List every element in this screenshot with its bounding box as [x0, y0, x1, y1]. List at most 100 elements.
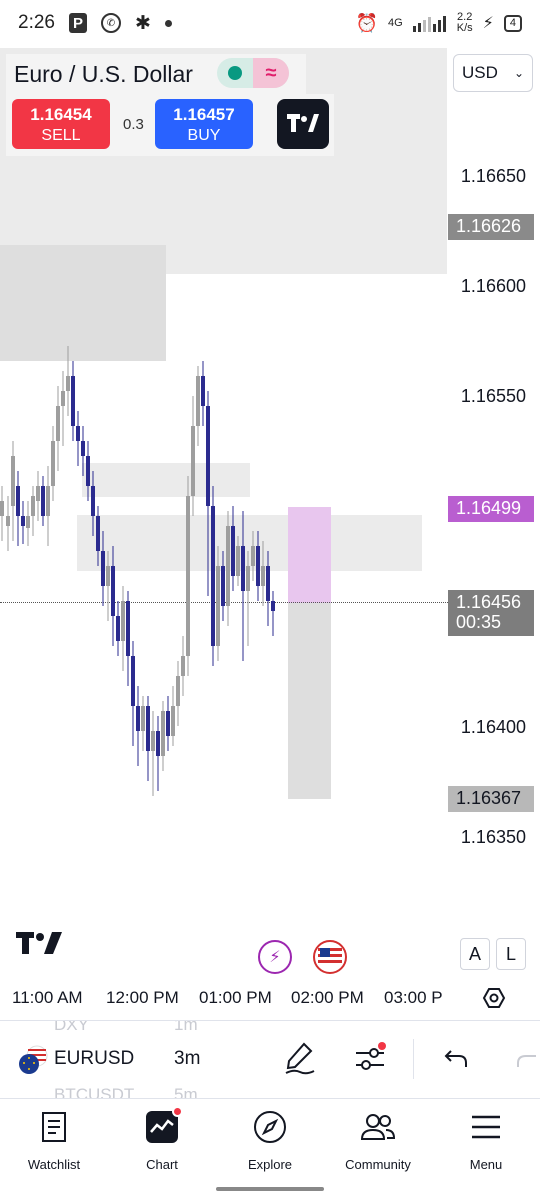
- candle-body: [231, 526, 235, 576]
- time-label-3: 01:00 PM: [199, 988, 272, 1007]
- status-bar: 2:26 P ✆ ✱ ⏰ 4G 2.2 K/s ⚡ 4: [0, 0, 540, 46]
- candle-body: [221, 566, 225, 606]
- nav-label-chart: Chart: [146, 1157, 178, 1172]
- candle-body: [191, 426, 195, 496]
- candle-body: [51, 441, 55, 486]
- redo-icon[interactable]: [516, 1041, 540, 1080]
- ghost-next-interval: 5m: [174, 1085, 198, 1098]
- tradingview-logo-button[interactable]: [277, 99, 329, 149]
- ghost-prev-symbol: DXY: [54, 1020, 89, 1034]
- network-type: 4G: [388, 16, 403, 29]
- candle-body: [61, 391, 65, 406]
- candle-body: [66, 376, 70, 391]
- candle-body: [71, 376, 75, 426]
- buy-button[interactable]: 1.16457 BUY: [155, 99, 253, 149]
- time-axis[interactable]: 11:00 AM 12:00 PM 01:00 PM 02:00 PM 03:0…: [0, 982, 540, 1016]
- nav-label-menu: Menu: [469, 1157, 503, 1172]
- nav-explore[interactable]: Explore: [216, 1099, 324, 1186]
- us-flag-icon[interactable]: [313, 940, 347, 974]
- parking-app-icon: P: [68, 13, 87, 33]
- sell-button[interactable]: 1.16454 SELL: [12, 99, 110, 149]
- community-icon: [360, 1109, 396, 1145]
- net-speed-unit: K/s: [456, 22, 473, 34]
- candle-body: [46, 486, 50, 516]
- currency-select[interactable]: USD ⌄: [453, 54, 533, 92]
- symbol-selector[interactable]: EURUSD: [54, 1048, 134, 1070]
- undo-icon[interactable]: [443, 1041, 469, 1080]
- ghost-prev-interval: 1m: [174, 1020, 198, 1034]
- candle-body: [246, 566, 250, 591]
- price-tag-stop: 1.16367: [448, 786, 534, 812]
- nav-chart[interactable]: Chart: [108, 1099, 216, 1186]
- candle-body: [141, 706, 145, 731]
- candle-body: [6, 516, 10, 526]
- candle-body: [206, 406, 210, 506]
- app-notification-icon: ✱: [134, 12, 151, 34]
- candle-body: [116, 616, 120, 641]
- compass-icon: [252, 1109, 288, 1145]
- candle-body: [256, 546, 260, 586]
- more-notifications-icon: [164, 19, 172, 27]
- price-label-1: 1.16650: [460, 166, 526, 186]
- drawing-tools-icon[interactable]: [284, 1041, 316, 1080]
- net-speed: 2.2 K/s: [457, 12, 473, 34]
- candle-body: [201, 376, 205, 406]
- candle-body: [171, 706, 175, 736]
- candle-body: [21, 516, 25, 526]
- lightning-icon[interactable]: ⚡: [258, 940, 292, 974]
- candle-body: [91, 486, 95, 516]
- candle-body: [96, 516, 100, 551]
- candle-body: [196, 376, 200, 426]
- candlestick-series: [0, 346, 275, 796]
- candle-body: [56, 406, 60, 441]
- candle-body: [146, 706, 150, 751]
- price-tag-target: 1.16499: [448, 496, 534, 522]
- chart-settings-icon[interactable]: [482, 986, 506, 1015]
- auto-scale-button[interactable]: A: [460, 938, 490, 970]
- nav-watchlist[interactable]: Watchlist: [0, 1099, 108, 1186]
- current-price: 1.16456: [456, 592, 522, 612]
- candle-body: [11, 456, 15, 506]
- candle-body: [241, 546, 245, 591]
- time-label-1: 11:00 AM: [12, 988, 83, 1007]
- candle-body: [186, 496, 190, 656]
- battery-indicator: 4: [503, 14, 522, 32]
- candle-body: [166, 711, 170, 736]
- candle-body: [181, 656, 185, 676]
- candle-body: [236, 546, 240, 576]
- candle-body: [81, 441, 85, 456]
- price-tag-current: 1.16456 00:35: [448, 590, 534, 636]
- nav-label-community: Community: [345, 1157, 411, 1172]
- home-indicator: [216, 1187, 324, 1191]
- data-delay-icon: ≈: [253, 58, 289, 88]
- candle-body: [216, 566, 220, 646]
- price-tag-top: 1.16626: [448, 214, 534, 240]
- candle-body: [126, 601, 130, 656]
- candle-body: [136, 706, 140, 731]
- whatsapp-icon: ✆: [100, 13, 121, 33]
- log-scale-button[interactable]: L: [496, 938, 526, 970]
- market-status-pill[interactable]: ≈: [217, 58, 289, 88]
- candle-body: [266, 566, 270, 601]
- notification-badge: [172, 1106, 183, 1117]
- candle-body: [106, 566, 110, 586]
- buy-price: 1.16457: [173, 105, 235, 124]
- symbol-toolbar: DXY 1m EURUSD 3m BTCUSDT 5m: [0, 1020, 540, 1098]
- status-time: 2:26: [18, 12, 55, 33]
- candle-body: [101, 551, 105, 586]
- nav-menu[interactable]: Menu: [432, 1099, 540, 1186]
- tradingview-watermark-icon: [16, 930, 64, 961]
- candle-body: [131, 656, 135, 706]
- candle-body: [161, 711, 165, 756]
- price-label-3: 1.16550: [460, 386, 526, 406]
- candle-body: [26, 516, 30, 528]
- interval-selector[interactable]: 3m: [174, 1048, 200, 1070]
- price-label-4: 1.16400: [460, 717, 526, 737]
- indicators-icon[interactable]: [354, 1041, 388, 1080]
- alarm-icon: ⏰: [355, 12, 379, 33]
- candle-body: [86, 456, 90, 486]
- sell-label: SELL: [41, 127, 81, 144]
- nav-community[interactable]: Community: [324, 1099, 432, 1186]
- candle-body: [211, 506, 215, 646]
- candle-body: [31, 496, 35, 516]
